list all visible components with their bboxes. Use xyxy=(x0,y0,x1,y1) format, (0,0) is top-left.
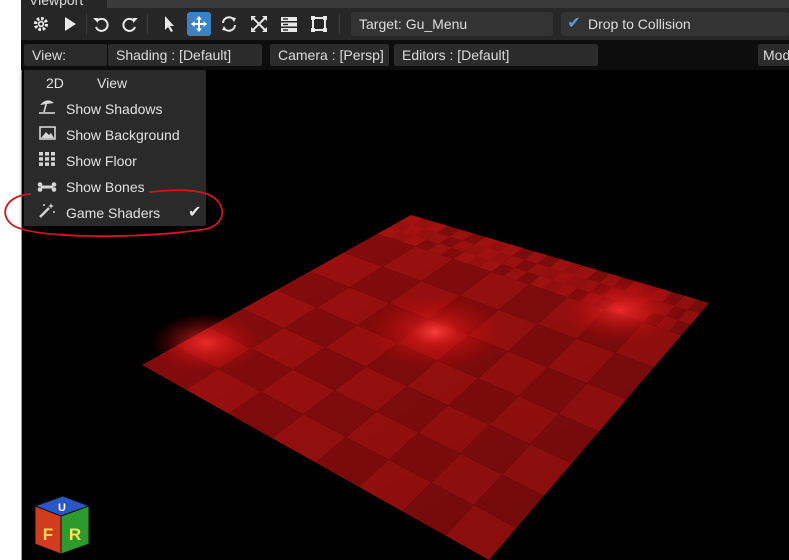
drop-to-collision-toggle[interactable]: ✔ Drop to Collision xyxy=(561,12,789,36)
gear-icon[interactable] xyxy=(29,12,53,36)
mode-menu-button[interactable]: Mod xyxy=(758,44,789,66)
floor-light-glow xyxy=(561,277,681,343)
viewport-tab-bar: Viewport xyxy=(21,0,789,8)
gizmo-front-label: F xyxy=(43,525,53,544)
menu-item-label: Show Floor xyxy=(66,153,137,169)
camera-menu-button[interactable]: Camera : [Persp] xyxy=(270,44,389,66)
magic-wand-icon xyxy=(36,200,58,226)
gizmo-right-label: R xyxy=(69,525,81,544)
viewport-menu-bar: View: Shading : [Default] Camera : [Pers… xyxy=(21,40,789,70)
menu-item-show-background[interactable]: Show Background xyxy=(24,122,206,148)
left-window-edge xyxy=(0,0,22,560)
rotate-icon[interactable] xyxy=(217,12,241,36)
checkmark-icon: ✔ xyxy=(567,15,581,32)
floor-light-glow xyxy=(151,312,261,374)
menu-item-label: Game Shaders xyxy=(66,205,161,221)
drop-to-collision-label: Drop to Collision xyxy=(588,16,691,32)
redo-icon[interactable] xyxy=(118,12,142,36)
target-field[interactable]: Target: Gu_Menu xyxy=(351,12,553,36)
gizmo-up-label: U xyxy=(58,502,66,514)
transform-box-icon[interactable] xyxy=(307,12,331,36)
menu-item-label: Show Bones xyxy=(66,179,145,195)
select-arrow-icon[interactable] xyxy=(157,12,181,36)
view-menu-header: 2D View xyxy=(24,70,206,96)
viewport-tab[interactable]: Viewport xyxy=(21,0,107,8)
menu-item-game-shaders[interactable]: Game Shaders ✔ xyxy=(24,200,206,226)
view-menu-view-label: View xyxy=(97,75,128,91)
move-icon[interactable] xyxy=(187,12,211,36)
floor-shading xyxy=(142,215,709,560)
shading-menu-button[interactable]: Shading : [Default] xyxy=(108,44,262,66)
toolbar-separator xyxy=(147,14,148,34)
view-dropdown-menu: 2D View Show Shadows Show Background Sho… xyxy=(24,70,206,226)
beach-umbrella-icon xyxy=(36,96,58,122)
layers-icon[interactable] xyxy=(277,12,301,36)
menu-item-show-bones[interactable]: Show Bones xyxy=(24,174,206,200)
toolbar-separator xyxy=(86,14,87,34)
toolbar-separator xyxy=(339,14,340,34)
undo-icon[interactable] xyxy=(89,12,113,36)
menu-item-show-floor[interactable]: Show Floor xyxy=(24,148,206,174)
menu-item-label: Show Background xyxy=(66,127,180,143)
menu-item-show-shadows[interactable]: Show Shadows xyxy=(24,96,206,122)
grid-icon xyxy=(36,148,58,174)
menu-item-label: Show Shadows xyxy=(66,101,163,117)
image-icon xyxy=(36,122,58,148)
play-icon[interactable] xyxy=(58,12,82,36)
bone-icon xyxy=(36,174,58,200)
editors-menu-button[interactable]: Editors : [Default] xyxy=(394,44,598,66)
view-menu-2d-label: 2D xyxy=(46,75,64,91)
floor-light-glow xyxy=(365,293,505,371)
orientation-gizmo-cube[interactable]: U F R xyxy=(32,494,92,556)
checkmark-icon: ✔ xyxy=(188,204,202,221)
scale-icon[interactable] xyxy=(247,12,271,36)
viewport-toolbar: Target: Gu_Menu ✔ Drop to Collision xyxy=(21,8,789,40)
floor-plane xyxy=(142,215,709,560)
view-menu-button[interactable]: View: xyxy=(24,44,107,66)
